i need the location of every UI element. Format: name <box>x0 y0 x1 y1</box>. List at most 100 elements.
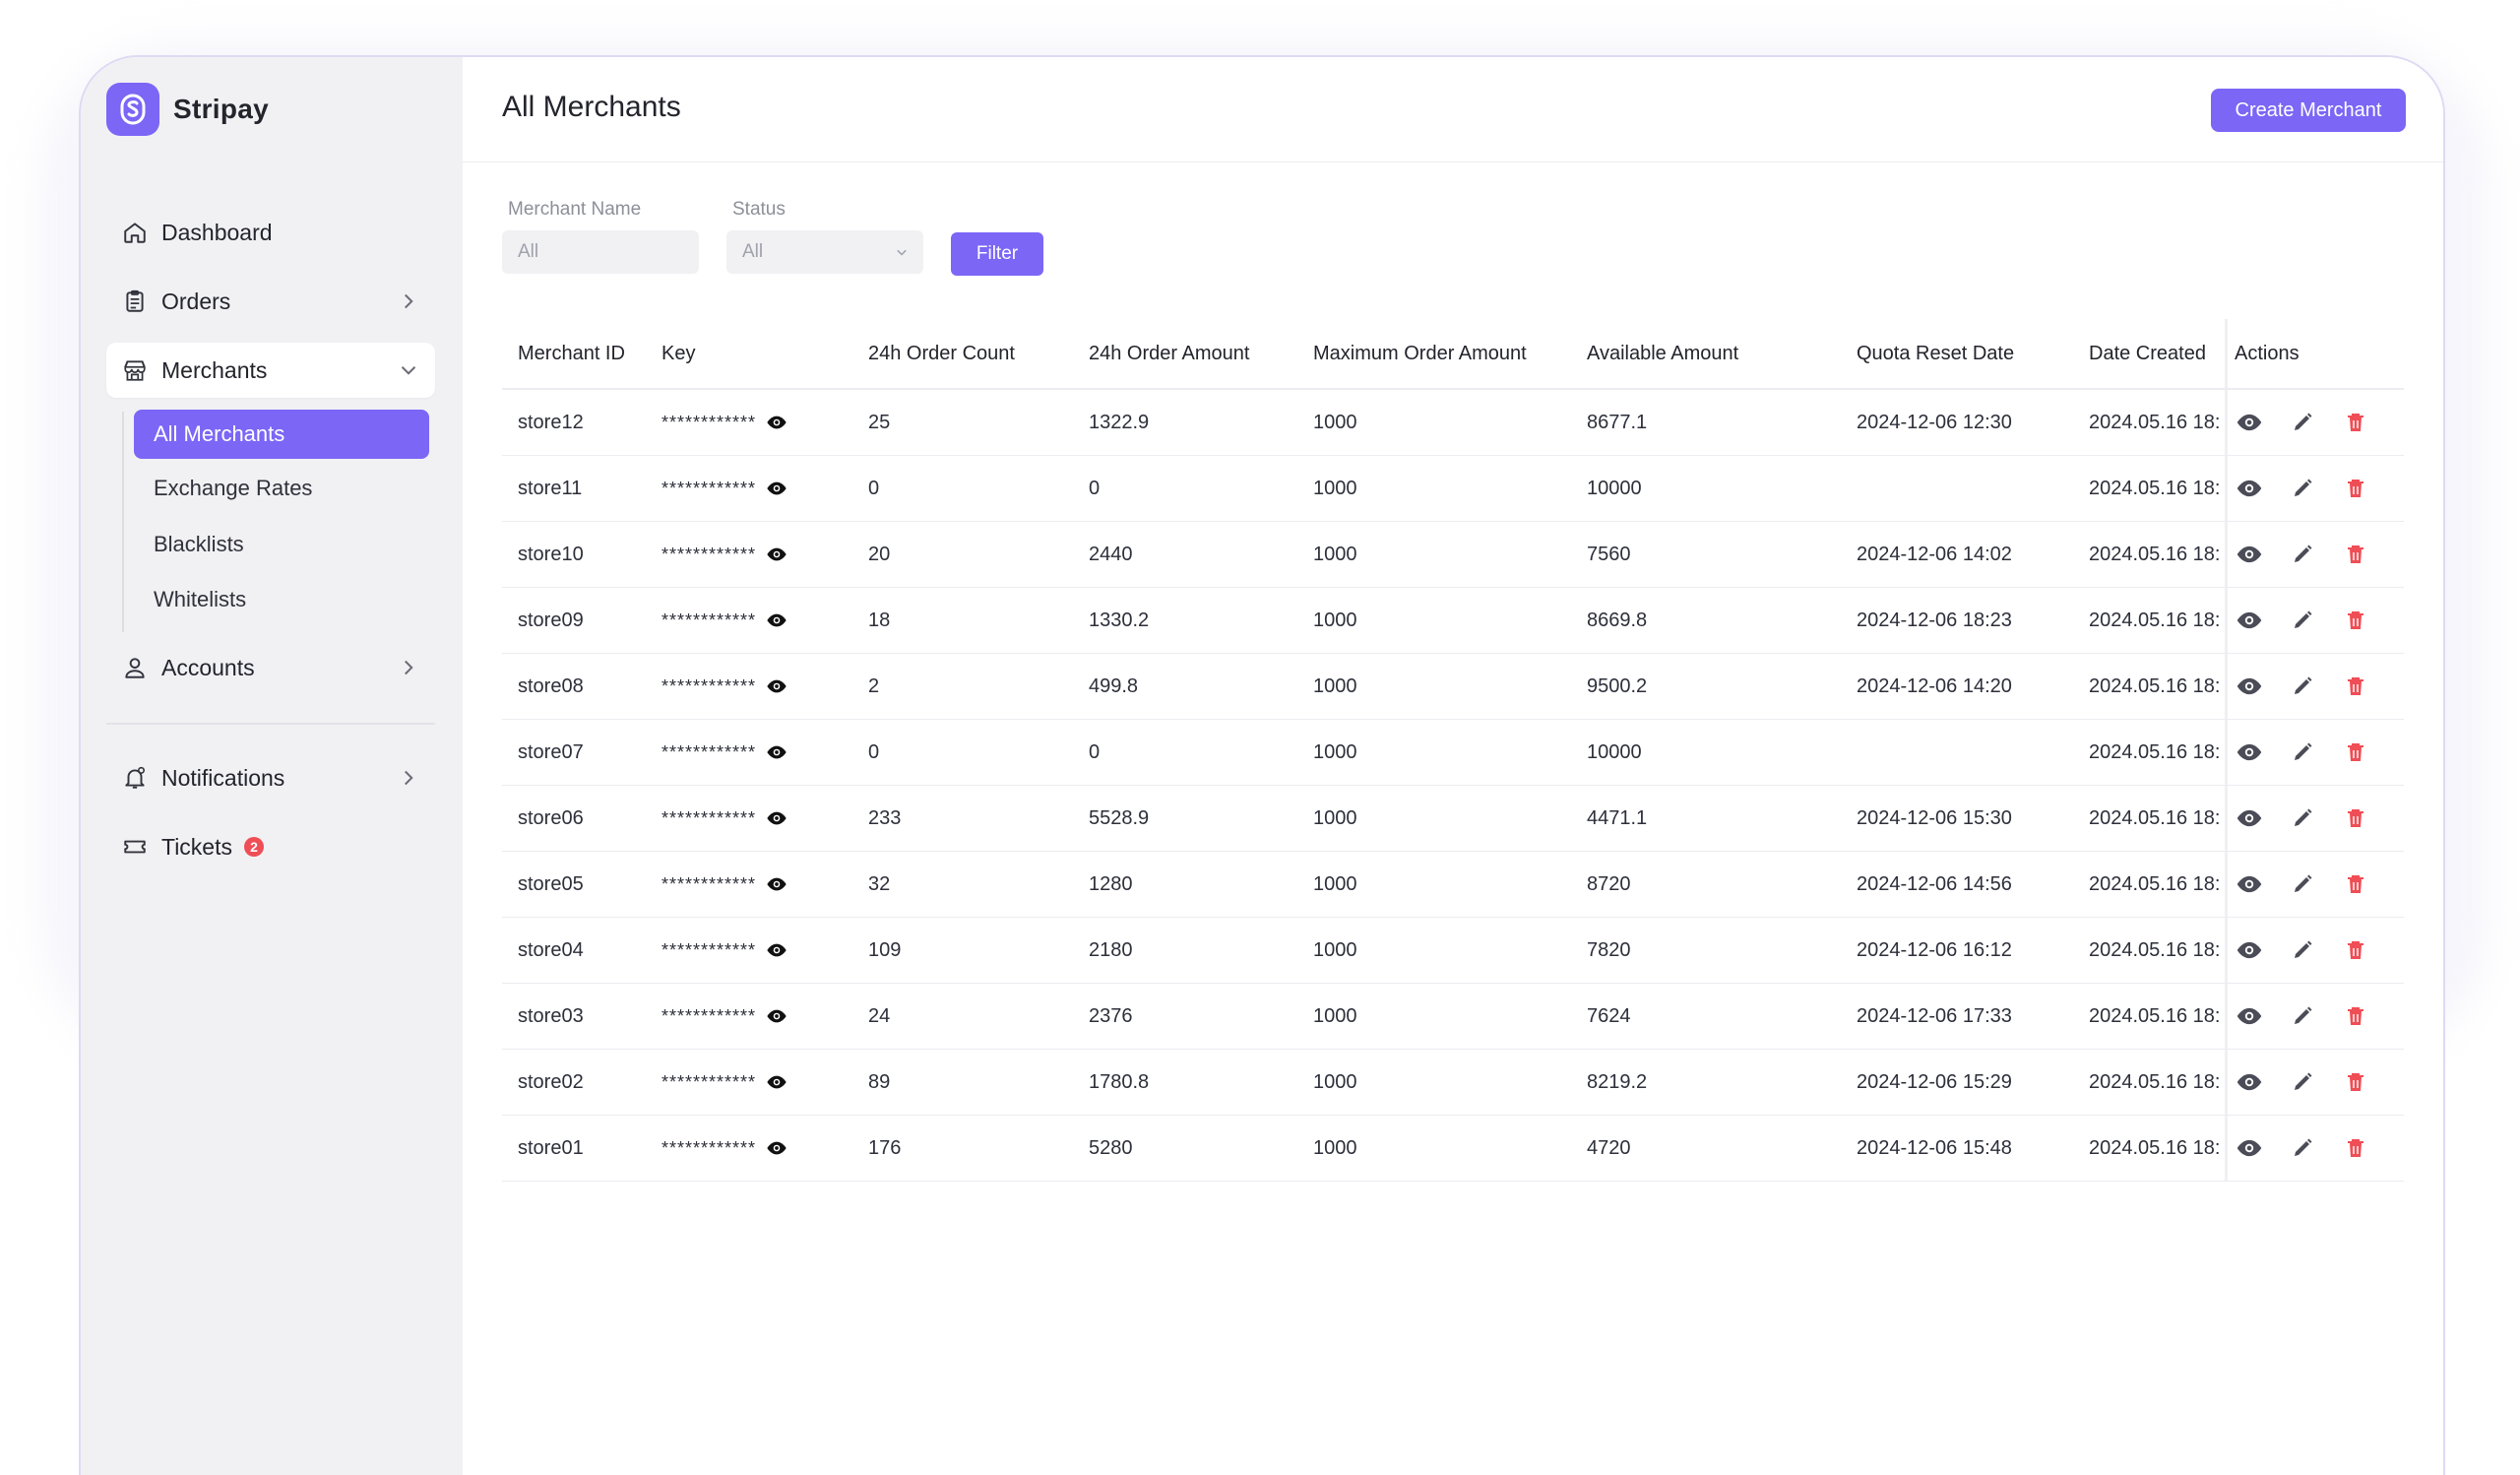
delete-icon[interactable] <box>2341 803 2370 833</box>
available-amount: 8677.1 <box>1587 411 1648 433</box>
clipboard-icon <box>120 287 150 316</box>
order-count: 0 <box>868 740 880 763</box>
table-row: store11 ************ 0 0 1000 10000 2024… <box>502 456 2404 522</box>
show-key-icon[interactable] <box>766 939 788 961</box>
column-header: Date Created <box>2089 342 2206 364</box>
view-icon[interactable] <box>2235 803 2264 833</box>
view-icon[interactable] <box>2235 1001 2264 1031</box>
edit-icon[interactable] <box>2288 1133 2317 1163</box>
table-row: store07 ************ 0 0 1000 10000 2024… <box>502 720 2404 786</box>
quota-reset-date: 2024-12-06 17:33 <box>1857 1004 2012 1027</box>
order-count: 0 <box>868 477 880 499</box>
logo-icon <box>106 83 159 136</box>
order-count: 109 <box>868 938 902 961</box>
view-icon[interactable] <box>2235 606 2264 635</box>
sidebar-subitem-whitelists[interactable]: Whitelists <box>134 575 429 624</box>
max-order-amount: 1000 <box>1313 740 1357 763</box>
row-actions <box>2235 522 2402 587</box>
column-separator <box>2225 522 2228 587</box>
column-header: Quota Reset Date <box>1857 342 2015 364</box>
delete-icon[interactable] <box>2341 869 2370 899</box>
max-order-amount: 1000 <box>1313 1136 1357 1159</box>
edit-icon[interactable] <box>2288 1001 2317 1031</box>
view-icon[interactable] <box>2235 935 2264 965</box>
order-count: 20 <box>868 543 891 565</box>
status-select[interactable]: All <box>726 230 923 274</box>
edit-icon[interactable] <box>2288 474 2317 503</box>
sidebar-item-dashboard[interactable]: Dashboard <box>106 205 435 260</box>
delete-icon[interactable] <box>2341 474 2370 503</box>
show-key-icon[interactable] <box>766 544 788 565</box>
edit-icon[interactable] <box>2288 1067 2317 1097</box>
column-header: Maximum Order Amount <box>1313 342 1527 364</box>
show-key-icon[interactable] <box>766 1005 788 1027</box>
edit-icon[interactable] <box>2288 738 2317 767</box>
edit-icon[interactable] <box>2288 869 2317 899</box>
order-count: 32 <box>868 872 891 895</box>
view-icon[interactable] <box>2235 672 2264 701</box>
merchant-key: ************ <box>662 390 858 455</box>
edit-icon[interactable] <box>2288 803 2317 833</box>
masked-key: ************ <box>662 609 757 630</box>
delete-icon[interactable] <box>2341 738 2370 767</box>
delete-icon[interactable] <box>2341 606 2370 635</box>
sidebar-item-merchants[interactable]: Merchants <box>106 343 435 398</box>
order-amount: 2376 <box>1089 1004 1133 1027</box>
app-name: Stripay <box>173 94 270 124</box>
view-icon[interactable] <box>2235 738 2264 767</box>
delete-icon[interactable] <box>2341 1001 2370 1031</box>
table-row: store09 ************ 18 1330.2 1000 8669… <box>502 588 2404 654</box>
show-key-icon[interactable] <box>766 1137 788 1159</box>
date-created: 2024.05.16 18:3 <box>2089 609 2221 631</box>
bell-icon <box>120 763 150 793</box>
view-icon[interactable] <box>2235 1067 2264 1097</box>
table-row: store10 ************ 20 2440 1000 7560 2… <box>502 522 2404 588</box>
view-icon[interactable] <box>2235 474 2264 503</box>
view-icon[interactable] <box>2235 869 2264 899</box>
sidebar-divider <box>106 723 435 725</box>
delete-icon[interactable] <box>2341 1133 2370 1163</box>
show-key-icon[interactable] <box>766 873 788 895</box>
show-key-icon[interactable] <box>766 741 788 763</box>
quota-reset-date: 2024-12-06 12:30 <box>1857 411 2012 433</box>
sidebar-item-notifications[interactable]: Notifications <box>106 750 435 805</box>
show-key-icon[interactable] <box>766 807 788 829</box>
edit-icon[interactable] <box>2288 606 2317 635</box>
edit-icon[interactable] <box>2288 408 2317 437</box>
merchant-key: ************ <box>662 852 858 917</box>
edit-icon[interactable] <box>2288 540 2317 569</box>
merchant-name-input[interactable]: All <box>502 230 699 274</box>
edit-icon[interactable] <box>2288 935 2317 965</box>
sidebar-subitem-blacklists[interactable]: Blacklists <box>134 520 429 569</box>
sidebar-item-accounts[interactable]: Accounts <box>106 640 435 695</box>
user-icon <box>120 653 150 682</box>
merchant-id: store10 <box>518 543 584 565</box>
sidebar-subitem-all-merchants[interactable]: All Merchants <box>134 410 429 459</box>
show-key-icon[interactable] <box>766 478 788 499</box>
show-key-icon[interactable] <box>766 675 788 697</box>
order-count: 89 <box>868 1070 891 1093</box>
filter-button[interactable]: Filter <box>951 232 1043 276</box>
delete-icon[interactable] <box>2341 540 2370 569</box>
sidebar-subitem-exchange-rates[interactable]: Exchange Rates <box>134 464 429 513</box>
sidebar-item-orders[interactable]: Orders <box>106 274 435 329</box>
show-key-icon[interactable] <box>766 1071 788 1093</box>
show-key-icon[interactable] <box>766 609 788 631</box>
sidebar-item-tickets[interactable]: Tickets 2 <box>106 819 435 874</box>
show-key-icon[interactable] <box>766 412 788 433</box>
max-order-amount: 1000 <box>1313 543 1357 565</box>
delete-icon[interactable] <box>2341 408 2370 437</box>
edit-icon[interactable] <box>2288 672 2317 701</box>
available-amount: 7560 <box>1587 543 1631 565</box>
logo[interactable]: Stripay <box>106 83 269 136</box>
delete-icon[interactable] <box>2341 1067 2370 1097</box>
row-actions <box>2235 588 2402 653</box>
create-merchant-button[interactable]: Create Merchant <box>2211 89 2406 132</box>
delete-icon[interactable] <box>2341 935 2370 965</box>
view-icon[interactable] <box>2235 540 2264 569</box>
merchant-id: store06 <box>518 806 584 829</box>
delete-icon[interactable] <box>2341 672 2370 701</box>
view-icon[interactable] <box>2235 1133 2264 1163</box>
column-separator <box>2225 456 2228 521</box>
view-icon[interactable] <box>2235 408 2264 437</box>
